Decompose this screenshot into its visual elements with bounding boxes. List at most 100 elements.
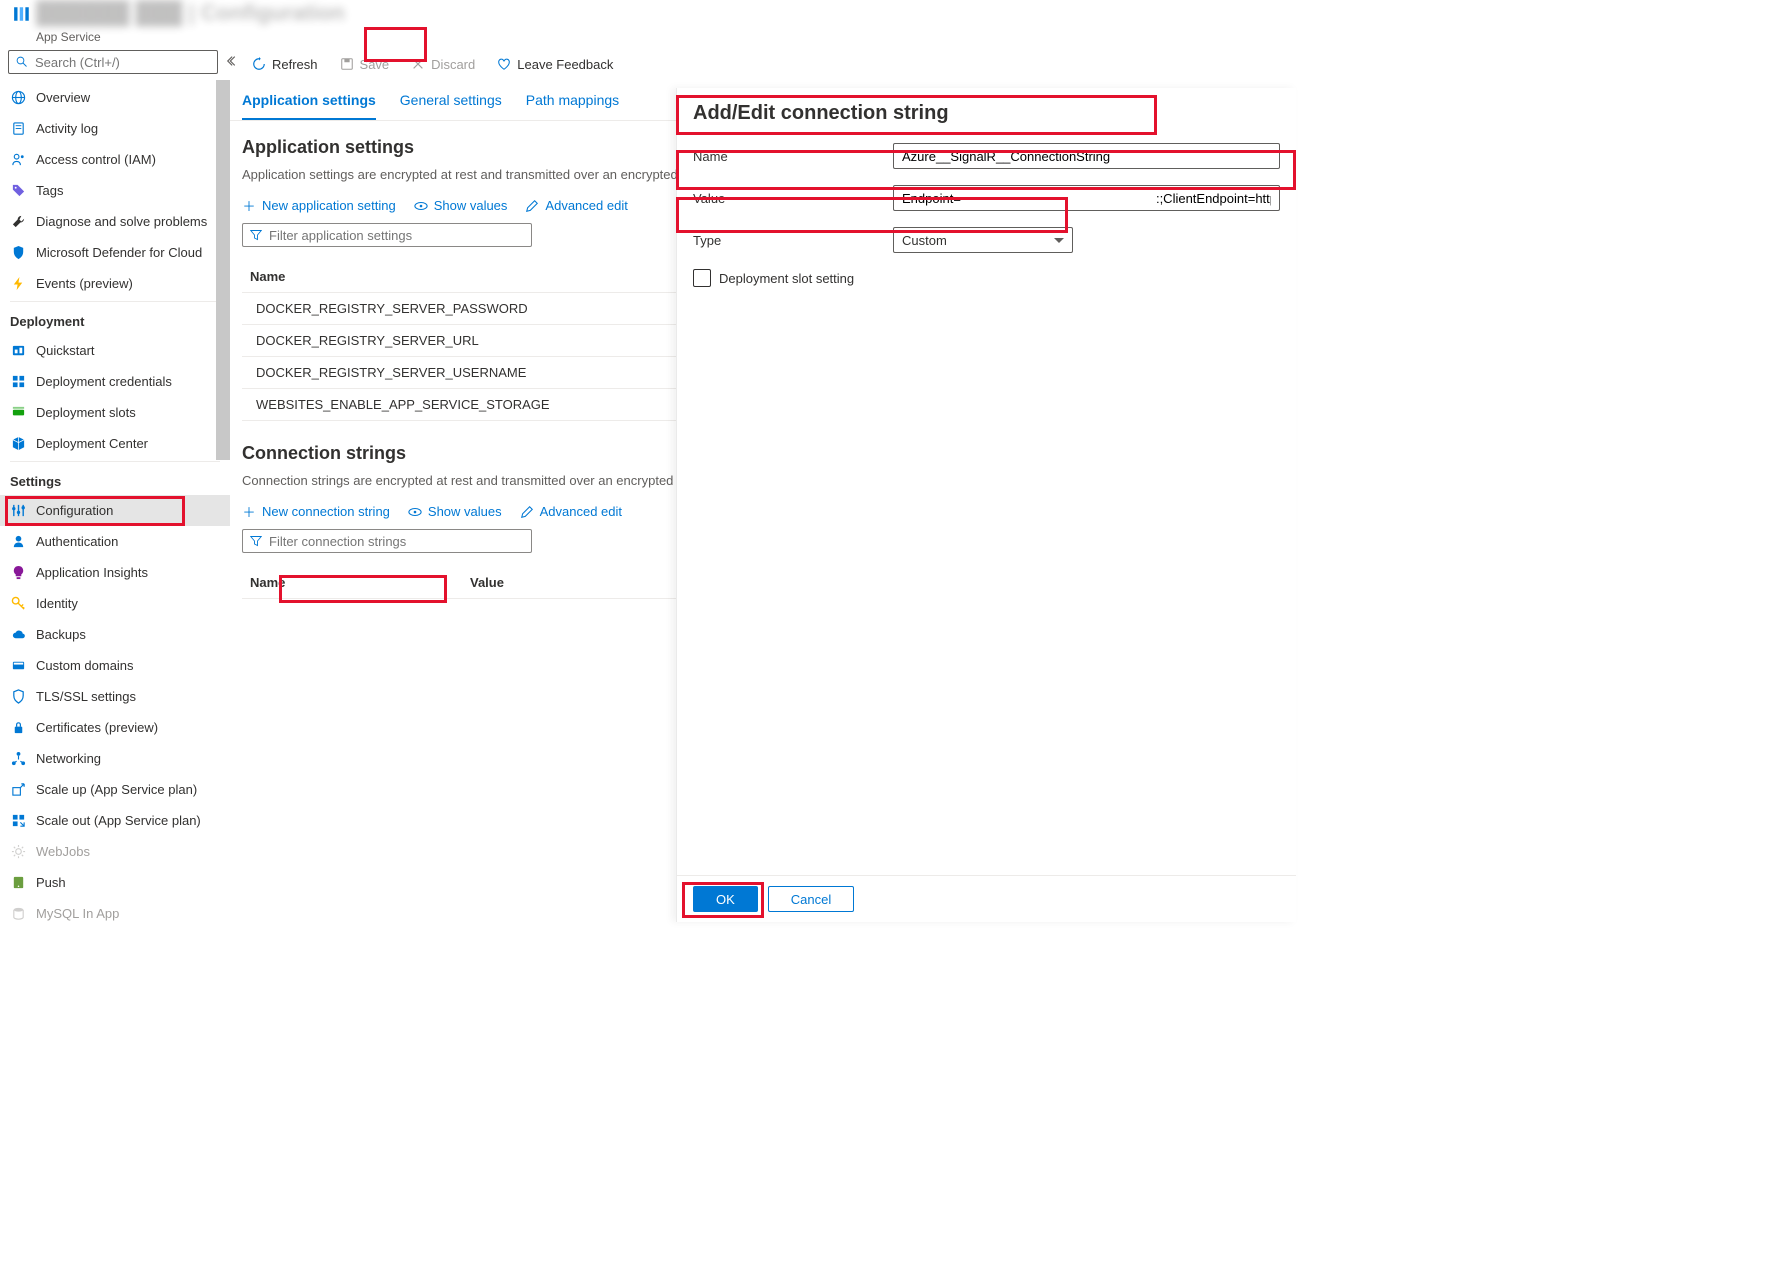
nav-item-networking[interactable]: Networking [0, 743, 230, 774]
page-title: ██████ ███ | Configuration [36, 0, 345, 26]
lock-icon [10, 720, 26, 736]
nav-item-diagnose-and-solve-problems[interactable]: Diagnose and solve problems [0, 206, 230, 237]
filter-app-settings-input[interactable] [269, 228, 525, 243]
advanced-edit-conn-button[interactable]: Advanced edit [520, 504, 622, 519]
nav-item-deployment-slots[interactable]: Deployment slots [0, 397, 230, 428]
nav-item-deployment-center[interactable]: Deployment Center [0, 428, 230, 459]
save-icon [340, 57, 354, 71]
slot-icon [10, 405, 26, 421]
new-connection-string-button[interactable]: ＋New connection string [242, 504, 390, 519]
shield2-icon [10, 689, 26, 705]
globe-icon [10, 90, 26, 106]
refresh-button[interactable]: Refresh [242, 48, 328, 80]
eye-icon [408, 505, 422, 519]
page-subtitle: App Service [36, 30, 1296, 44]
ok-button[interactable]: OK [693, 886, 758, 912]
shield-icon [10, 245, 26, 261]
grid-icon [10, 374, 26, 390]
nav-item-identity[interactable]: Identity [0, 588, 230, 619]
nav-item-deployment-credentials[interactable]: Deployment credentials [0, 366, 230, 397]
nav-item-events-preview-[interactable]: Events (preview) [0, 268, 230, 299]
tab-general-settings[interactable]: General settings [400, 84, 502, 120]
value-input[interactable] [893, 185, 1280, 211]
name-input[interactable] [893, 143, 1280, 169]
nav-section-settings: Settings [0, 464, 230, 495]
pencil-icon [525, 199, 539, 213]
page-header: ██████ ███ | Configuration [0, 0, 1296, 32]
show-conn-values-button[interactable]: Show values [408, 504, 502, 519]
db-icon [10, 906, 26, 922]
save-button[interactable]: Save [330, 48, 400, 80]
dash-icon [10, 343, 26, 359]
pencil-icon [520, 505, 534, 519]
value-label: Value [693, 191, 893, 206]
filter-icon [249, 228, 263, 242]
appsettings-col-name: Name [250, 269, 470, 284]
sidebar-search-input[interactable] [35, 55, 211, 70]
tag-icon [10, 183, 26, 199]
plus-icon: ＋ [242, 505, 256, 519]
feedback-button[interactable]: Leave Feedback [487, 48, 623, 80]
cloud-icon [10, 627, 26, 643]
nav-item-microsoft-defender-for-cloud[interactable]: Microsoft Defender for Cloud [0, 237, 230, 268]
nav-item-activity-log[interactable]: Activity log [0, 113, 230, 144]
log-icon [10, 121, 26, 137]
plus-icon: ＋ [242, 199, 256, 213]
key-icon [10, 596, 26, 612]
nav-item-scale-out-app-service-plan-[interactable]: Scale out (App Service plan) [0, 805, 230, 836]
type-label: Type [693, 233, 893, 248]
scrollbar[interactable] [216, 80, 230, 460]
command-bar: Refresh Save Discard Leave Feedback [230, 44, 1296, 84]
panel-title: Add/Edit connection string [677, 88, 1296, 143]
auth-icon [10, 534, 26, 550]
discard-button[interactable]: Discard [401, 48, 485, 80]
scaleup-icon [10, 782, 26, 798]
push-icon [10, 875, 26, 891]
network-icon [10, 751, 26, 767]
nav-item-overview[interactable]: Overview [0, 82, 230, 113]
show-app-values-button[interactable]: Show values [414, 198, 508, 213]
search-icon [15, 55, 29, 69]
sliders-icon [10, 503, 26, 519]
sidebar: OverviewActivity logAccess control (IAM)… [0, 44, 230, 922]
tab-path-mappings[interactable]: Path mappings [526, 84, 619, 120]
name-label: Name [693, 149, 893, 164]
nav-item-webjobs[interactable]: WebJobs [0, 836, 230, 867]
deployment-slot-checkbox[interactable] [693, 269, 711, 287]
nav-item-custom-domains[interactable]: Custom domains [0, 650, 230, 681]
nav-item-tags[interactable]: Tags [0, 175, 230, 206]
refresh-icon [252, 57, 266, 71]
nav-item-quickstart[interactable]: Quickstart [0, 335, 230, 366]
filter-app-settings[interactable] [242, 223, 532, 247]
gear-icon [10, 844, 26, 860]
filter-connection-strings[interactable] [242, 529, 532, 553]
eye-icon [414, 199, 428, 213]
nav-item-certificates-preview-[interactable]: Certificates (preview) [0, 712, 230, 743]
discard-icon [411, 57, 425, 71]
cancel-button[interactable]: Cancel [768, 886, 854, 912]
nav-item-scale-up-app-service-plan-[interactable]: Scale up (App Service plan) [0, 774, 230, 805]
heart-icon [497, 57, 511, 71]
nav-item-application-insights[interactable]: Application Insights [0, 557, 230, 588]
scaleout-icon [10, 813, 26, 829]
sidebar-search[interactable] [8, 50, 218, 74]
conn-col-name: Name [250, 575, 470, 590]
filter-icon [249, 534, 263, 548]
nav-item-backups[interactable]: Backups [0, 619, 230, 650]
tab-application-settings[interactable]: Application settings [242, 84, 376, 120]
nav-item-tls-ssl-settings[interactable]: TLS/SSL settings [0, 681, 230, 712]
nav-item-configuration[interactable]: Configuration [0, 495, 230, 526]
type-select[interactable]: Custom [893, 227, 1073, 253]
new-app-setting-button[interactable]: ＋New application setting [242, 198, 396, 213]
nav-item-access-control-iam-[interactable]: Access control (IAM) [0, 144, 230, 175]
advanced-edit-app-button[interactable]: Advanced edit [525, 198, 627, 213]
nav-item-push[interactable]: Push [0, 867, 230, 898]
filter-connection-strings-input[interactable] [269, 534, 525, 549]
wrench-icon [10, 214, 26, 230]
deployment-slot-label: Deployment slot setting [719, 271, 854, 286]
connection-string-panel: Add/Edit connection string Name Value Ty… [676, 88, 1296, 922]
nav-item-mysql-in-app[interactable]: MySQL In App [0, 898, 230, 922]
bulb-icon [10, 565, 26, 581]
person-icon [10, 152, 26, 168]
nav-item-authentication[interactable]: Authentication [0, 526, 230, 557]
